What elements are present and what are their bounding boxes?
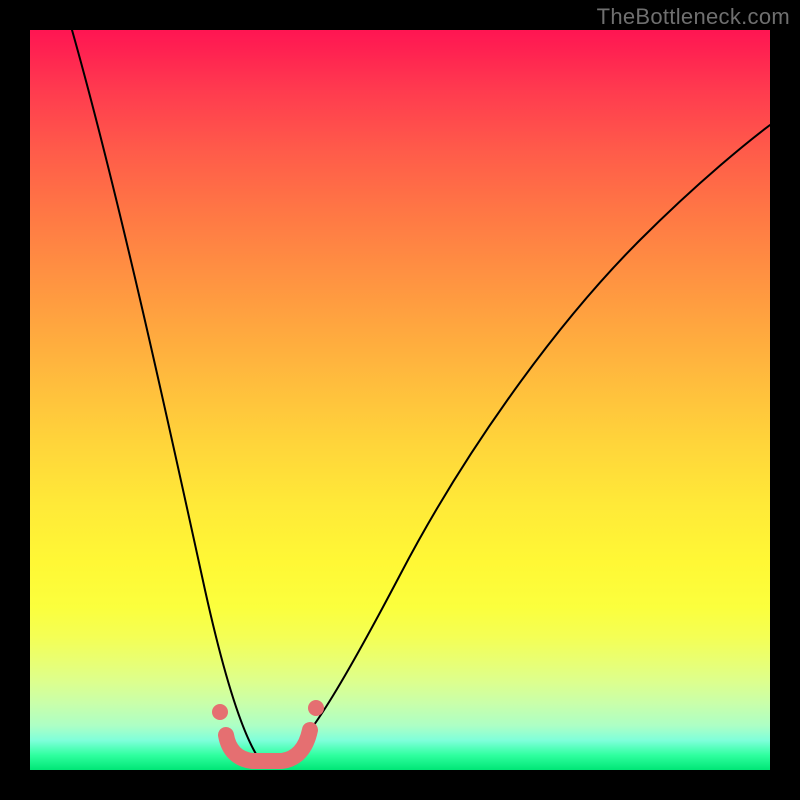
plot-area xyxy=(30,30,770,770)
watermark-text: TheBottleneck.com xyxy=(597,4,790,30)
inlier-dot-right xyxy=(308,700,324,716)
bottleneck-curve xyxy=(72,30,770,763)
inlier-dot-left xyxy=(212,704,228,720)
chart-frame: TheBottleneck.com xyxy=(0,0,800,800)
curve-layer xyxy=(30,30,770,770)
inlier-range-marker xyxy=(226,730,310,761)
